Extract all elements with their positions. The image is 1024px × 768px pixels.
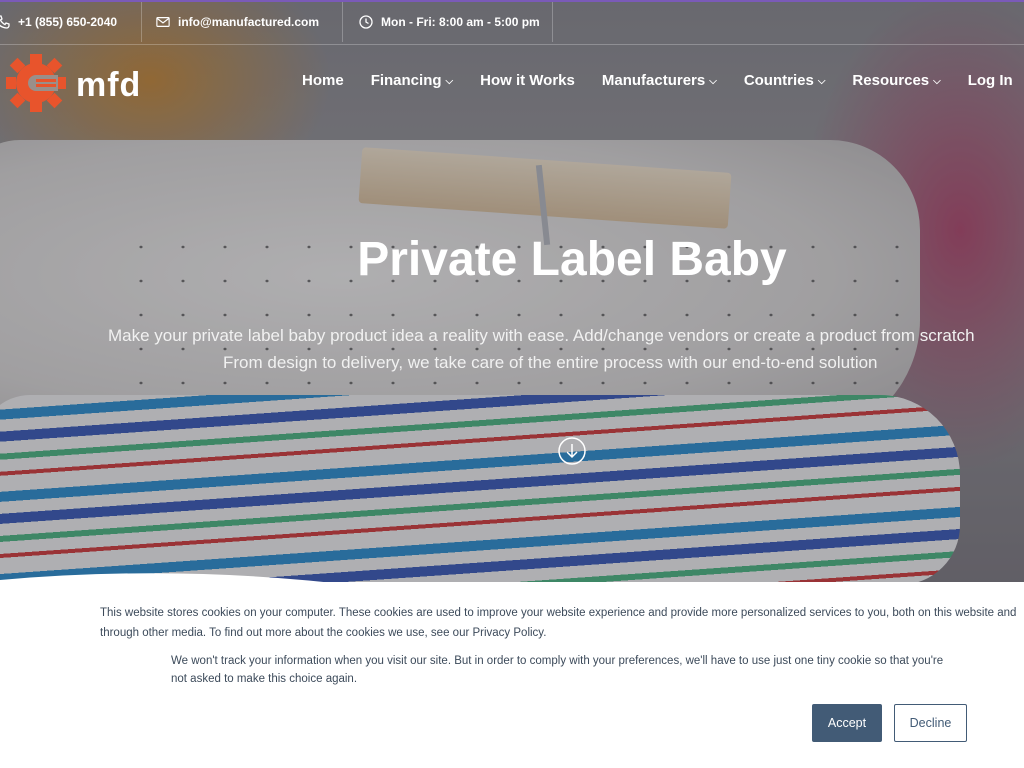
phone-link[interactable]: +1 (855) 650-2040 <box>0 2 117 42</box>
cookie-banner: This website stores cookies on your comp… <box>0 582 1024 768</box>
chevron-down-icon: ⌵ <box>445 76 454 87</box>
nav-manufacturers[interactable]: Manufacturers ⌵ <box>602 72 717 89</box>
cookie-text-line: This website stores cookies on your comp… <box>100 607 1017 619</box>
nav-resources[interactable]: Resources ⌵ <box>852 72 940 89</box>
hours-text: Mon - Fri: 8:00 am - 5:00 pm <box>381 15 540 29</box>
business-hours: Mon - Fri: 8:00 am - 5:00 pm <box>359 2 540 42</box>
hero-subtitle-line: From design to delivery, we take care of… <box>223 353 878 372</box>
nav-label: Home <box>302 72 344 89</box>
gear-logo-icon <box>6 54 66 117</box>
chevron-down-icon: ⌵ <box>817 76 826 87</box>
site-logo[interactable]: mfd <box>6 54 141 117</box>
scroll-down-button[interactable] <box>557 436 587 466</box>
phone-icon <box>0 15 10 29</box>
nav-label: Countries <box>743 72 814 89</box>
accept-cookies-button[interactable]: Accept <box>812 704 882 742</box>
nav-label: How it Works <box>480 72 575 89</box>
hero-subtitle: Make your private label baby product ide… <box>108 322 1024 376</box>
nav-label: Financing <box>370 72 442 89</box>
nav-financing[interactable]: Financing ⌵ <box>371 72 453 89</box>
cookie-text-line: through other media. To find out more ab… <box>100 627 547 639</box>
top-contact-bar: +1 (855) 650-2040 info@manufactured.com … <box>0 0 1024 45</box>
cookie-preference-text: We won't track your information when you… <box>171 652 991 688</box>
email-link[interactable]: info@manufactured.com <box>156 2 319 42</box>
nav-label: Manufacturers <box>601 72 706 89</box>
hero-background <box>0 0 1024 600</box>
hero-subtitle-line: Make your private label baby product ide… <box>108 326 975 345</box>
envelope-icon <box>156 15 170 29</box>
hero-title: Private Label Baby <box>357 233 787 286</box>
nav-countries[interactable]: Countries ⌵ <box>744 72 826 89</box>
topbar-divider <box>552 2 553 42</box>
hero-overlay <box>0 0 1024 600</box>
main-nav: Home Financing ⌵ How it Works Manufactur… <box>302 72 1013 89</box>
decline-cookies-button[interactable]: Decline <box>894 704 967 742</box>
nav-home[interactable]: Home <box>302 72 344 89</box>
nav-how-it-works[interactable]: How it Works <box>480 72 575 89</box>
cookie-text-line: not asked to make this choice again. <box>171 673 358 685</box>
nav-label: Resources <box>852 72 930 89</box>
logo-text: mfd <box>76 66 142 104</box>
chevron-down-icon: ⌵ <box>933 76 941 87</box>
arrow-down-circle-icon <box>558 437 586 465</box>
nav-label: Log In <box>967 72 1013 89</box>
chevron-down-icon: ⌵ <box>709 76 717 87</box>
topbar-divider <box>141 2 142 42</box>
email-address: info@manufactured.com <box>178 15 320 29</box>
topbar-divider <box>342 2 343 42</box>
clock-icon <box>359 15 373 29</box>
cookie-notice-text: This website stores cookies on your comp… <box>100 603 1024 643</box>
cookie-text-line: We won't track your information when you… <box>171 655 944 667</box>
phone-number: +1 (855) 650-2040 <box>18 15 118 29</box>
nav-log-in[interactable]: Log In <box>968 72 1013 89</box>
